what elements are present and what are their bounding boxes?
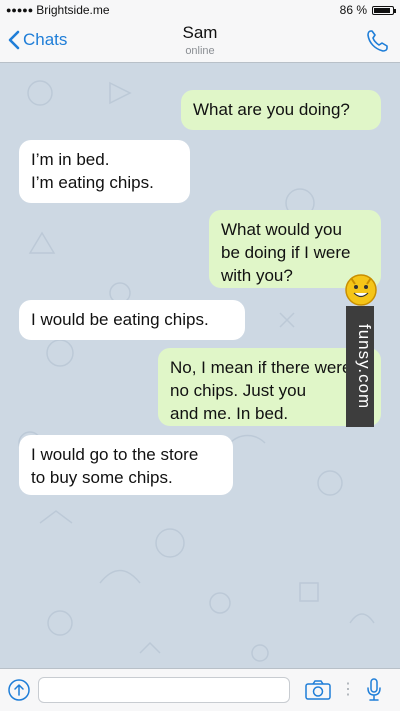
message-list[interactable]: What are you doing? I’m in bed. I’m eati…	[0, 63, 400, 668]
carrier-name: Brightside.me	[36, 3, 110, 17]
watermark: funsy.com	[345, 250, 377, 427]
status-bar: ●●●●● Brightside.me 86 %	[0, 0, 400, 20]
message-bubble-incoming[interactable]: I would go to the store to buy some chip…	[19, 435, 233, 495]
attach-icon[interactable]	[8, 679, 30, 701]
message-input[interactable]	[38, 677, 290, 703]
composer-bar: ⋮	[0, 668, 400, 711]
chat-header: Chats Sam online	[0, 20, 400, 63]
watermark-text: funsy.com	[355, 323, 374, 410]
battery-icon	[372, 5, 396, 15]
phone-icon[interactable]	[366, 29, 388, 53]
contact-info[interactable]: Sam online	[0, 23, 400, 57]
camera-icon[interactable]	[305, 680, 331, 700]
message-bubble-incoming[interactable]: I would be eating chips.	[19, 300, 245, 340]
battery-percent: 86 %	[339, 3, 367, 17]
message-bubble-incoming[interactable]: I’m in bed. I’m eating chips.	[19, 140, 190, 203]
composer-separator: ⋮	[340, 681, 356, 698]
watermark-mascot-icon	[345, 274, 377, 306]
battery-indicator: 86 %	[339, 3, 396, 17]
signal-strength-icon: ●●●●●	[6, 5, 34, 15]
contact-status: online	[185, 45, 215, 57]
message-bubble-outgoing[interactable]: What are you doing?	[181, 90, 381, 130]
microphone-icon[interactable]	[366, 678, 382, 702]
carrier: ●●●●● Brightside.me	[6, 3, 110, 17]
contact-name: Sam	[182, 23, 218, 42]
